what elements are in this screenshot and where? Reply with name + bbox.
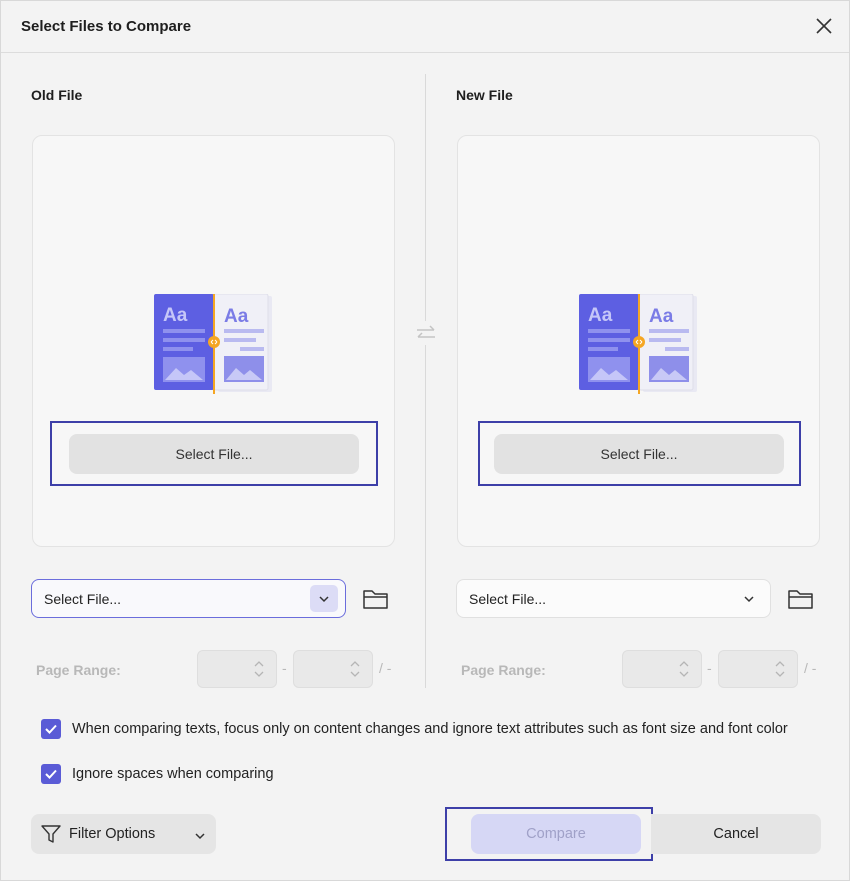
old-page-start-spinner — [197, 650, 277, 688]
new-select-file-button[interactable]: Select File... — [494, 434, 784, 474]
compare-dialog: Select Files to Compare Old File New Fil… — [0, 0, 850, 881]
ignore-spaces-label: Ignore spaces when comparing — [72, 766, 274, 782]
old-page-range-label: Page Range: — [36, 662, 121, 678]
spinner-arrows-icon — [350, 661, 360, 677]
old-folder-icon[interactable] — [362, 587, 390, 611]
svg-text:Aa: Aa — [224, 306, 249, 327]
new-file-drop-area[interactable]: Aa Aa Select File... — [457, 135, 820, 547]
chevron-down-icon[interactable] — [735, 585, 763, 612]
compare-illustration-icon: Aa Aa — [154, 293, 274, 398]
new-page-end-spinner — [718, 650, 798, 688]
dialog-titlebar: Select Files to Compare — [1, 1, 849, 53]
svg-text:Aa: Aa — [588, 305, 613, 326]
new-page-range-label: Page Range: — [461, 662, 546, 678]
filter-options-button[interactable]: Filter Options — [31, 814, 216, 854]
focus-content-label: When comparing texts, focus only on cont… — [72, 721, 788, 737]
new-folder-icon[interactable] — [787, 587, 815, 611]
panel-divider — [425, 74, 426, 688]
swap-arrows-icon — [415, 321, 437, 345]
range-dash: - — [282, 660, 287, 676]
spinner-arrows-icon — [679, 661, 689, 677]
old-file-heading: Old File — [31, 87, 83, 103]
chevron-down-icon — [194, 827, 206, 843]
old-file-drop-area[interactable]: Aa Aa Select File... — [32, 135, 395, 547]
filter-options-label: Filter Options — [69, 826, 156, 842]
spinner-arrows-icon — [254, 661, 264, 677]
focus-content-option: When comparing texts, focus only on cont… — [41, 719, 788, 739]
compare-button[interactable]: Compare — [471, 814, 641, 854]
new-file-dropdown[interactable]: Select File... — [456, 579, 771, 618]
dialog-title: Select Files to Compare — [21, 18, 192, 35]
close-icon[interactable] — [813, 15, 835, 37]
range-total: / - — [379, 660, 392, 676]
ignore-spaces-option: Ignore spaces when comparing — [41, 764, 274, 784]
old-file-dropdown-value: Select File... — [44, 591, 122, 607]
new-file-heading: New File — [456, 87, 513, 103]
old-page-end-spinner — [293, 650, 373, 688]
old-file-dropdown[interactable]: Select File... — [31, 579, 346, 618]
svg-text:Aa: Aa — [649, 306, 674, 327]
ignore-spaces-checkbox[interactable] — [41, 764, 61, 784]
new-file-dropdown-value: Select File... — [469, 591, 547, 607]
spinner-arrows-icon — [775, 661, 785, 677]
funnel-icon — [40, 823, 62, 848]
focus-content-checkbox[interactable] — [41, 719, 61, 739]
checkmark-icon — [45, 769, 57, 779]
chevron-down-icon[interactable] — [310, 585, 338, 612]
compare-illustration-icon: Aa Aa — [579, 293, 699, 398]
svg-text:Aa: Aa — [163, 305, 188, 326]
new-page-start-spinner — [622, 650, 702, 688]
cancel-button[interactable]: Cancel — [651, 814, 821, 854]
range-dash: - — [707, 660, 712, 676]
range-total: / - — [804, 660, 817, 676]
checkmark-icon — [45, 724, 57, 734]
old-select-file-button[interactable]: Select File... — [69, 434, 359, 474]
